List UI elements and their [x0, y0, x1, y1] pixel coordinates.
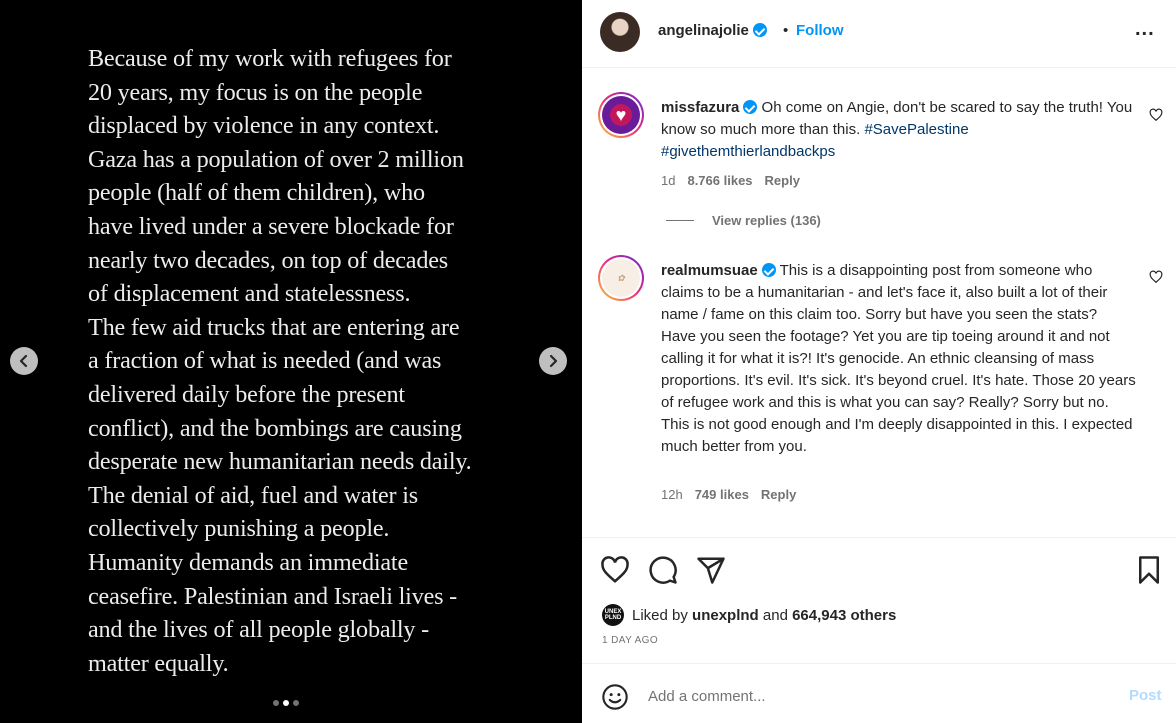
realmumsuae-avatar-icon: ✿ — [602, 259, 640, 297]
liked-user[interactable]: unexplnd — [692, 607, 759, 624]
author-avatar[interactable] — [600, 12, 640, 52]
comment-input[interactable] — [648, 684, 1088, 708]
verified-icon — [761, 263, 776, 277]
carousel-indicator — [273, 700, 299, 706]
post-header: angelinajolie • Follow ... — [582, 0, 1176, 68]
verified-icon — [752, 23, 767, 37]
verified-icon — [743, 100, 758, 114]
heart-avatar-icon: ♥ — [602, 96, 640, 134]
author-username[interactable]: angelinajolie — [658, 22, 767, 39]
commenter-avatar[interactable]: ✿ — [598, 255, 644, 301]
carousel-dot — [273, 700, 279, 706]
comment-like-heart-icon[interactable] — [1149, 108, 1163, 122]
author-username-text[interactable]: angelinajolie — [658, 22, 749, 39]
post-timestamp[interactable]: 1 DAY AGO — [602, 635, 658, 646]
view-replies-button[interactable]: View replies (136) — [666, 213, 821, 228]
comment-meta: 1d 8.766 likes Reply — [661, 173, 800, 188]
commenter-avatar[interactable]: ♥ — [598, 92, 644, 138]
comment-body: missfazura Oh come on Angie, don't be sc… — [661, 97, 1136, 163]
comment-icon[interactable] — [648, 555, 678, 585]
replies-divider — [666, 220, 694, 221]
liked-prefix: Liked by — [632, 606, 688, 624]
comment-text: This is a disappointing post from someon… — [661, 262, 1136, 455]
post-media: Because of my work with refugees for 20 … — [0, 0, 582, 723]
comment-body: realmumsuae This is a disappointing post… — [661, 260, 1136, 458]
chevron-left-icon — [19, 354, 28, 368]
comment-time: 1d — [661, 173, 676, 188]
header-separator: • — [783, 22, 789, 39]
add-comment-bar: Post — [582, 663, 1176, 723]
heart-icon[interactable] — [600, 555, 630, 585]
carousel-dot — [293, 700, 299, 706]
comment-time: 12h — [661, 487, 683, 502]
carousel-next-button[interactable] — [539, 347, 567, 375]
liked-and: and — [762, 606, 788, 624]
bookmark-icon[interactable] — [1134, 555, 1164, 585]
more-options-button[interactable]: ... — [1135, 18, 1155, 41]
carousel-dot-active — [283, 700, 289, 706]
chevron-right-icon — [549, 354, 558, 368]
comment-likes[interactable]: 749 likes — [695, 487, 749, 502]
view-replies-label[interactable]: View replies (136) — [712, 213, 821, 228]
share-icon[interactable] — [696, 555, 726, 585]
emoji-icon[interactable] — [601, 683, 629, 711]
liked-others[interactable]: 664,943 others — [792, 607, 896, 624]
post-sidebar: angelinajolie • Follow ... ♥ missfazura … — [582, 0, 1176, 723]
likes-summary: UNEX PLND Liked by unexplnd and 664,943 … — [602, 604, 896, 626]
post-button[interactable]: Post — [1129, 687, 1162, 704]
reply-button[interactable]: Reply — [761, 487, 796, 502]
commenter-username[interactable]: realmumsuae — [661, 262, 776, 279]
comment-likes[interactable]: 8.766 likes — [687, 173, 752, 188]
carousel-prev-button[interactable] — [10, 347, 38, 375]
likes-text: Liked by unexplnd and 664,943 others — [632, 607, 896, 624]
follow-button[interactable]: Follow — [796, 22, 844, 39]
commenter-username[interactable]: missfazura — [661, 99, 758, 116]
reply-button[interactable]: Reply — [765, 173, 800, 188]
comment-meta: 12h 749 likes Reply — [661, 487, 796, 502]
comment-like-heart-icon[interactable] — [1149, 270, 1163, 284]
liker-avatar[interactable]: UNEX PLND — [602, 604, 624, 626]
post-image-text: Because of my work with refugees for 20 … — [88, 45, 472, 677]
post-actions: UNEX PLND Liked by unexplnd and 664,943 … — [582, 537, 1176, 662]
